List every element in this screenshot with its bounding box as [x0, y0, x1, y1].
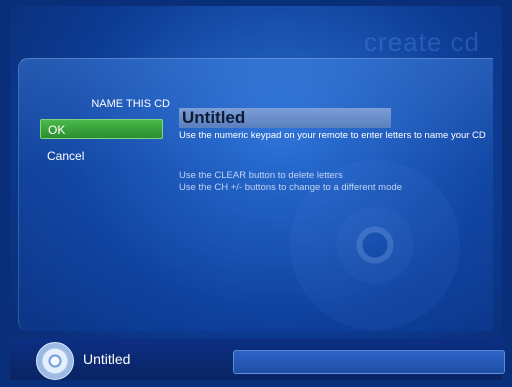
ok-button[interactable]: OK: [40, 119, 163, 139]
cd-title-status: Untitled: [83, 351, 131, 367]
help-text-clear: Use the CLEAR button to delete letters: [179, 170, 343, 181]
cd-disc-icon: [36, 342, 74, 380]
status-progress-bar: [233, 350, 505, 374]
cd-name-input[interactable]: Untitled: [179, 108, 391, 128]
screen-title-watermark: create cd: [364, 27, 480, 57]
help-text-mode: Use the CH +/- buttons to change to a di…: [179, 182, 402, 193]
name-this-cd-label: NAME THIS CD: [91, 98, 170, 110]
cancel-button[interactable]: Cancel: [40, 146, 163, 166]
help-text-keypad: Use the numeric keypad on your remote to…: [179, 130, 486, 141]
